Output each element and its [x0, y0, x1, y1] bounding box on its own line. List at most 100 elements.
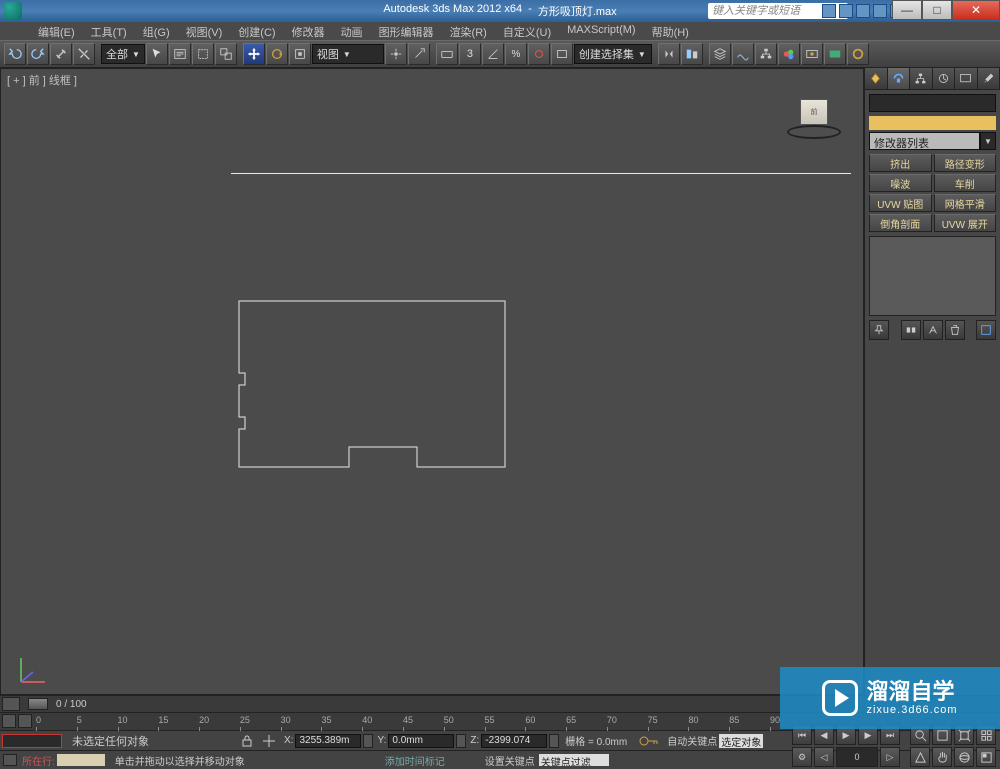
- coord-z-spinner[interactable]: [549, 734, 559, 748]
- menu-help[interactable]: 帮助(H): [644, 22, 697, 40]
- make-unique-icon[interactable]: [923, 320, 943, 340]
- select-region-icon[interactable]: [192, 43, 214, 65]
- current-frame-input[interactable]: 0: [836, 747, 878, 767]
- configure-sets-icon[interactable]: [976, 320, 996, 340]
- menu-edit[interactable]: 编辑(E): [30, 22, 83, 40]
- pin-stack-icon[interactable]: [869, 320, 889, 340]
- lock-selection-icon[interactable]: [240, 734, 254, 748]
- tab-motion[interactable]: [933, 68, 956, 89]
- ref-coord-dropdown[interactable]: 视图▼: [312, 44, 384, 64]
- coord-y-spinner[interactable]: [456, 734, 466, 748]
- maximize-button[interactable]: □: [922, 0, 952, 20]
- edit-named-sel-icon[interactable]: [551, 43, 573, 65]
- trackbar-toggle-icon[interactable]: [2, 714, 16, 728]
- trackbar-key-icon[interactable]: [18, 714, 32, 728]
- autokey-label[interactable]: 自动关键点: [667, 733, 717, 748]
- menu-tools[interactable]: 工具(T): [83, 22, 135, 40]
- key-prev-icon[interactable]: ◁: [814, 747, 834, 767]
- tab-hierarchy[interactable]: [910, 68, 933, 89]
- window-crossing-icon[interactable]: [215, 43, 237, 65]
- link-icon[interactable]: [50, 43, 72, 65]
- modbtn-pathdeform[interactable]: 路径变形: [934, 154, 997, 172]
- mirror-icon[interactable]: [658, 43, 680, 65]
- fov-icon[interactable]: [910, 747, 930, 767]
- coord-x-input[interactable]: 3255.389m: [295, 734, 361, 748]
- modbtn-bevel[interactable]: 倒角剖面: [869, 214, 932, 232]
- script-listener-icon[interactable]: [3, 754, 17, 766]
- named-selection-dropdown[interactable]: 创建选择集▼: [574, 44, 652, 64]
- key-filter-dropdown[interactable]: 关键点过滤器...: [539, 754, 609, 766]
- redo-icon[interactable]: [27, 43, 49, 65]
- maximize-viewport-icon[interactable]: [976, 747, 996, 767]
- show-end-result-icon[interactable]: [901, 320, 921, 340]
- orbit-icon[interactable]: [954, 747, 974, 767]
- script-mini-listener[interactable]: [2, 734, 62, 748]
- rotate-icon[interactable]: [266, 43, 288, 65]
- key-next-icon[interactable]: ▷: [880, 747, 900, 767]
- menu-modifiers[interactable]: 修改器: [284, 22, 333, 40]
- snap-toggle-icon[interactable]: 3: [459, 43, 481, 65]
- modifier-list-dropdown[interactable]: 修改器列表: [869, 132, 980, 150]
- layer-manager-icon[interactable]: [709, 43, 731, 65]
- modifier-stack[interactable]: [869, 236, 996, 316]
- modbtn-uvwmap[interactable]: UVW 贴图: [869, 194, 932, 212]
- render-setup-icon[interactable]: [801, 43, 823, 65]
- minimize-button[interactable]: —: [892, 0, 922, 20]
- modbtn-lathe[interactable]: 车削: [934, 174, 997, 192]
- viewport-label[interactable]: [ + ] 前 ] 线框 ]: [7, 72, 77, 88]
- percent-snap-icon[interactable]: %: [505, 43, 527, 65]
- move-icon[interactable]: [243, 43, 265, 65]
- tab-display[interactable]: [955, 68, 978, 89]
- modbtn-extrude[interactable]: 挤出: [869, 154, 932, 172]
- tab-create[interactable]: [865, 68, 888, 89]
- menu-view[interactable]: 视图(V): [178, 22, 231, 40]
- angle-snap-icon[interactable]: [482, 43, 504, 65]
- viewport[interactable]: [ + ] 前 ] 线框 ] 前: [0, 68, 864, 695]
- menu-customize[interactable]: 自定义(U): [495, 22, 559, 40]
- material-editor-icon[interactable]: [778, 43, 800, 65]
- selection-filter-dropdown[interactable]: 全部▼: [101, 44, 145, 64]
- unlink-icon[interactable]: [73, 43, 95, 65]
- time-slider-thumb[interactable]: [28, 698, 48, 710]
- time-config-icon[interactable]: ⚙: [792, 747, 812, 767]
- nowline-field[interactable]: [57, 754, 105, 766]
- render-production-icon[interactable]: [847, 43, 869, 65]
- autokey-target-dropdown[interactable]: 选定对象: [719, 734, 763, 748]
- menu-rendering[interactable]: 渲染(R): [442, 22, 495, 40]
- undo-icon[interactable]: [4, 43, 26, 65]
- coord-x-spinner[interactable]: [363, 734, 373, 748]
- pan-icon[interactable]: [932, 747, 952, 767]
- schematic-view-icon[interactable]: [755, 43, 777, 65]
- setkey-label[interactable]: 设置关键点: [485, 753, 535, 768]
- manipulate-icon[interactable]: [408, 43, 430, 65]
- tab-modify[interactable]: [888, 68, 911, 89]
- menu-animation[interactable]: 动画: [333, 22, 371, 40]
- tab-utilities[interactable]: [978, 68, 1000, 89]
- select-object-icon[interactable]: [146, 43, 168, 65]
- menu-grapheditors[interactable]: 图形编辑器: [371, 22, 442, 40]
- viewcube[interactable]: 前: [787, 99, 841, 139]
- spinner-snap-icon[interactable]: [528, 43, 550, 65]
- coord-y-input[interactable]: 0.0mm: [388, 734, 454, 748]
- scale-icon[interactable]: [289, 43, 311, 65]
- add-time-tag[interactable]: 添加时间标记: [385, 753, 445, 768]
- pivot-center-icon[interactable]: [385, 43, 407, 65]
- modbtn-meshsmooth[interactable]: 网格平滑: [934, 194, 997, 212]
- modifier-list-caret-icon[interactable]: ▼: [980, 132, 996, 150]
- curve-editor-icon[interactable]: [732, 43, 754, 65]
- modbtn-noise[interactable]: 噪波: [869, 174, 932, 192]
- align-icon[interactable]: [681, 43, 703, 65]
- keyboard-shortcut-icon[interactable]: [436, 43, 458, 65]
- key-mode-icon[interactable]: [639, 734, 659, 748]
- menu-maxscript[interactable]: MAXScript(M): [559, 22, 643, 40]
- menu-group[interactable]: 组(G): [135, 22, 178, 40]
- menu-create[interactable]: 创建(C): [230, 22, 283, 40]
- remove-modifier-icon[interactable]: [945, 320, 965, 340]
- close-button[interactable]: ✕: [952, 0, 1000, 20]
- select-by-name-icon[interactable]: [169, 43, 191, 65]
- coord-z-input[interactable]: -2399.074: [481, 734, 547, 748]
- timeslider-left-icon[interactable]: [2, 697, 20, 711]
- render-frame-icon[interactable]: [824, 43, 846, 65]
- modbtn-uvwunwrap[interactable]: UVW 展开: [934, 214, 997, 232]
- object-name-field[interactable]: [869, 94, 996, 112]
